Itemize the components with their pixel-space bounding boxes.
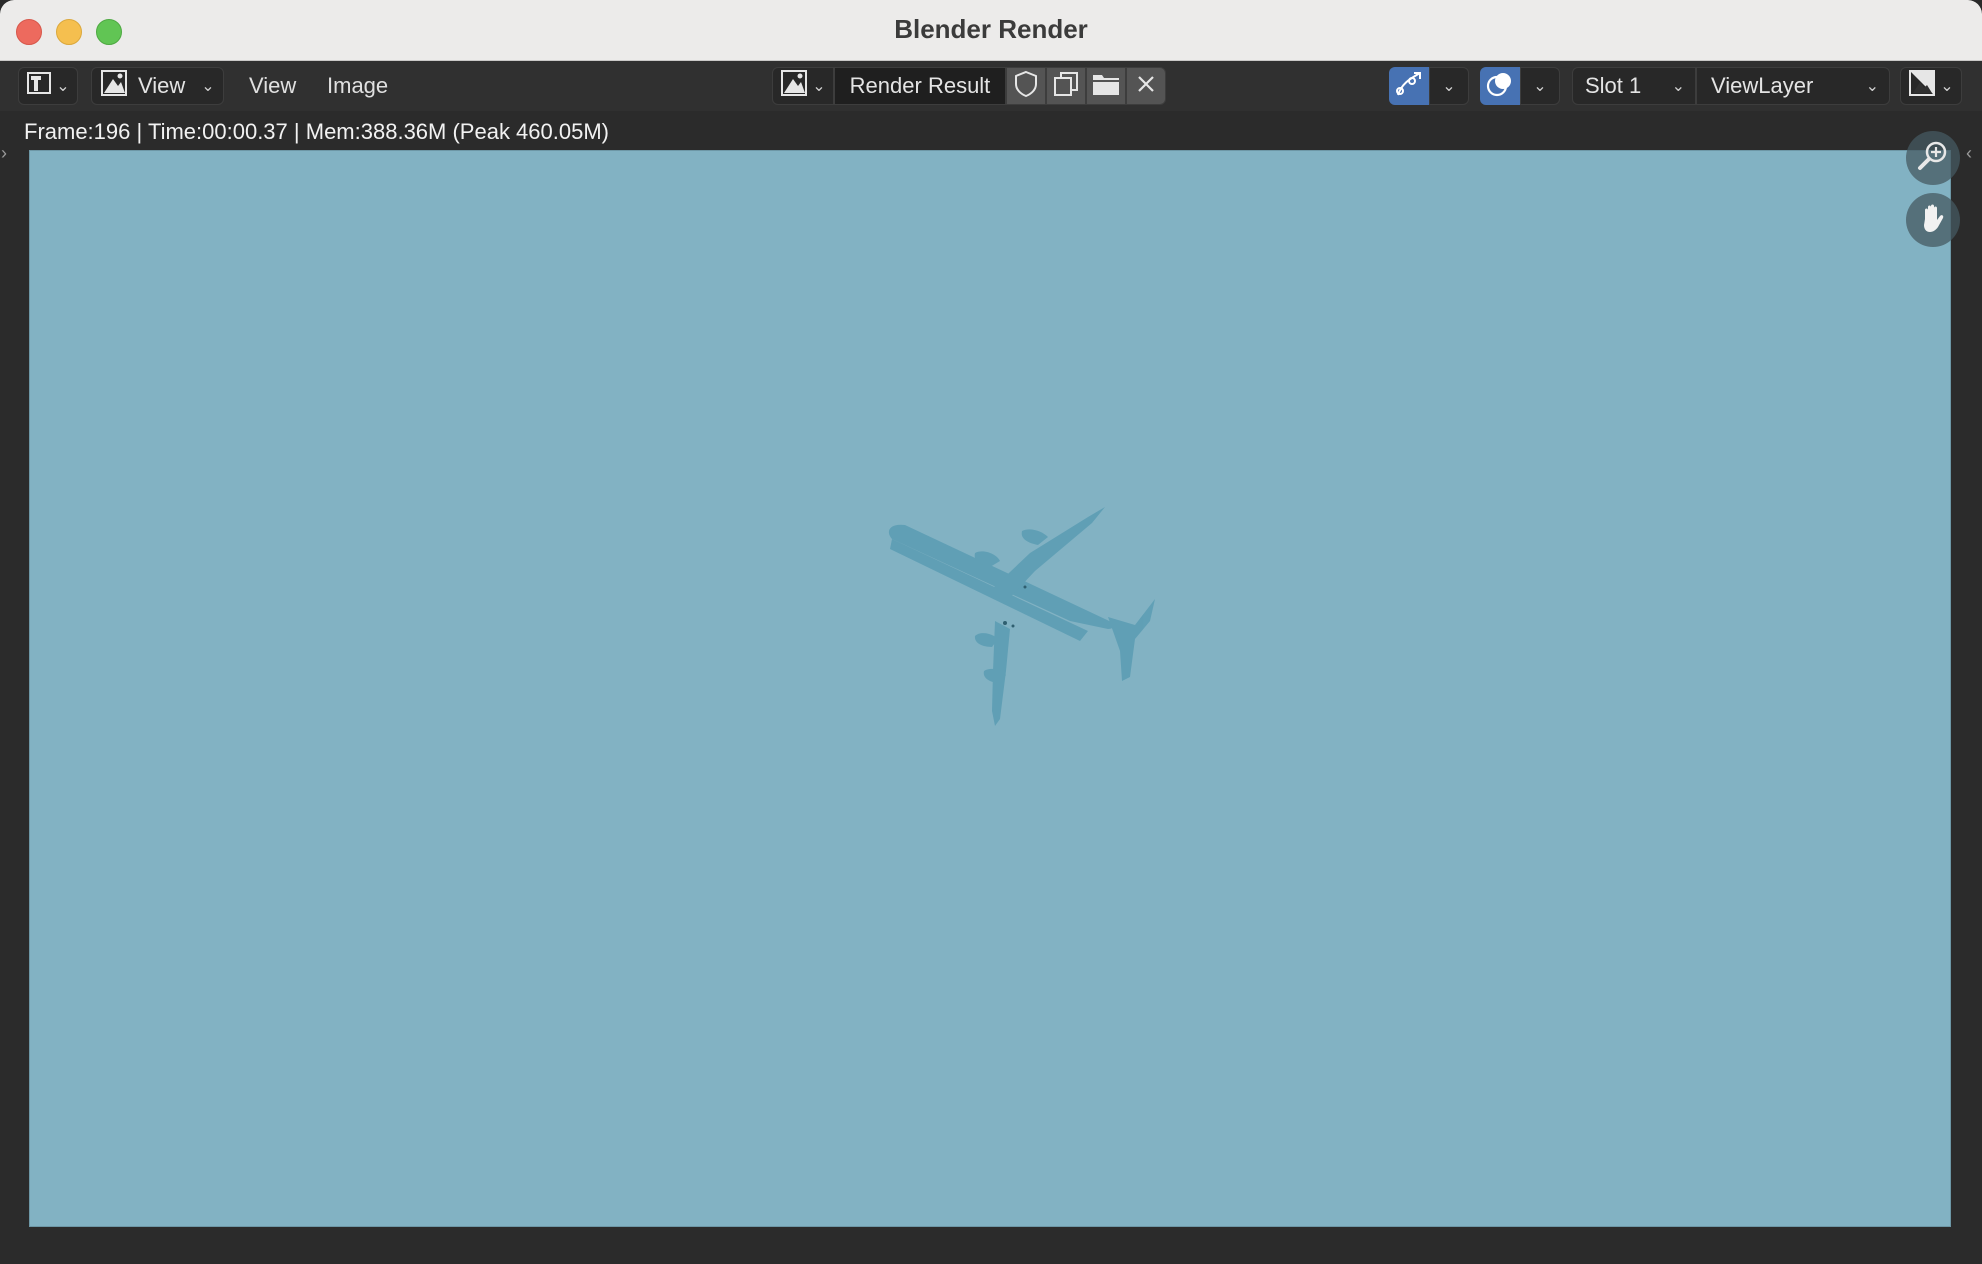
duplicate-icon — [1052, 70, 1080, 103]
image-editor-icon — [26, 70, 52, 102]
overlay-icon — [1485, 69, 1515, 104]
render-status-line: Frame:196 | Time:00:00.37 | Mem:388.36M … — [24, 119, 609, 145]
shield-icon — [1013, 70, 1039, 103]
sidebar-expand-arrow-icon[interactable]: ‹ — [1966, 143, 1972, 164]
overlay-options-dropdown[interactable]: ⌄ — [1520, 67, 1560, 105]
chevron-down-icon: ⌄ — [1533, 78, 1547, 95]
uv-sync-toggle[interactable] — [1389, 67, 1429, 105]
status-separator: | — [136, 119, 143, 144]
unlink-image-button[interactable] — [1126, 67, 1166, 105]
fake-user-button[interactable] — [1006, 67, 1046, 105]
chevron-down-icon: ⌄ — [1671, 78, 1685, 95]
pan-gizmo-button[interactable] — [1906, 193, 1960, 247]
zoom-gizmo-button[interactable] — [1906, 131, 1960, 185]
slot-label: Slot 1 — [1585, 73, 1642, 98]
display-channels-dropdown[interactable]: ⌄ — [1900, 67, 1962, 105]
overlay-toggle[interactable] — [1480, 67, 1520, 105]
gizmo-options-dropdown[interactable]: ⌄ — [1429, 67, 1469, 105]
image-icon — [780, 69, 808, 103]
curve-gizmo-icon — [1394, 69, 1424, 104]
hand-icon — [1916, 201, 1950, 240]
image-name-label: Render Result — [849, 73, 991, 98]
menu-image[interactable]: Image — [327, 67, 388, 105]
image-editor-header: ⌄ View ⌄ View Image ⌄ Render Result ⌄ ⌄ … — [0, 61, 1982, 111]
render-result-image[interactable] — [29, 150, 1951, 1227]
image-icon — [100, 69, 128, 103]
chevron-down-icon: ⌄ — [1442, 78, 1456, 95]
memory-readout: Mem:388.36M (Peak 460.05M) — [305, 119, 610, 144]
close-icon — [1136, 74, 1156, 99]
chevron-down-icon: ⌄ — [812, 78, 826, 95]
view-mode-dropdown[interactable]: View ⌄ — [91, 67, 224, 105]
open-image-button[interactable] — [1086, 67, 1126, 105]
chevron-down-icon: ⌄ — [1940, 78, 1954, 95]
image-name-field[interactable]: Render Result — [834, 67, 1006, 105]
browse-image-dropdown[interactable]: ⌄ — [772, 67, 834, 105]
window-title: Blender Render — [894, 14, 1088, 44]
view-layer-dropdown[interactable]: ViewLayer ⌄ — [1696, 67, 1890, 105]
title-bar: Blender Render — [0, 0, 1982, 61]
new-image-button[interactable] — [1046, 67, 1086, 105]
color-alpha-icon — [1908, 69, 1936, 103]
zoom-in-icon — [1916, 139, 1950, 178]
chevron-down-icon: ⌄ — [56, 78, 70, 95]
status-separator: | — [293, 119, 300, 144]
view-mode-label: View — [138, 73, 186, 98]
menu-view[interactable]: View — [249, 67, 296, 105]
chevron-down-icon: ⌄ — [1865, 78, 1879, 95]
chevron-down-icon: ⌄ — [201, 78, 215, 95]
view-layer-label: ViewLayer — [1711, 73, 1814, 98]
frame-readout: Frame:196 — [24, 119, 131, 144]
time-readout: Time:00:00.37 — [147, 119, 288, 144]
bottom-bar — [0, 1240, 1982, 1264]
airplane-silhouette — [888, 507, 1155, 726]
blender-window: Blender Render ⌄ View ⌄ View Image ⌄ Ren… — [0, 0, 1982, 1264]
toolbar-expand-arrow-icon[interactable]: › — [1, 143, 7, 164]
editor-type-dropdown[interactable]: ⌄ — [18, 67, 78, 105]
folder-icon — [1091, 71, 1121, 102]
slot-dropdown[interactable]: Slot 1 ⌄ — [1572, 67, 1696, 105]
